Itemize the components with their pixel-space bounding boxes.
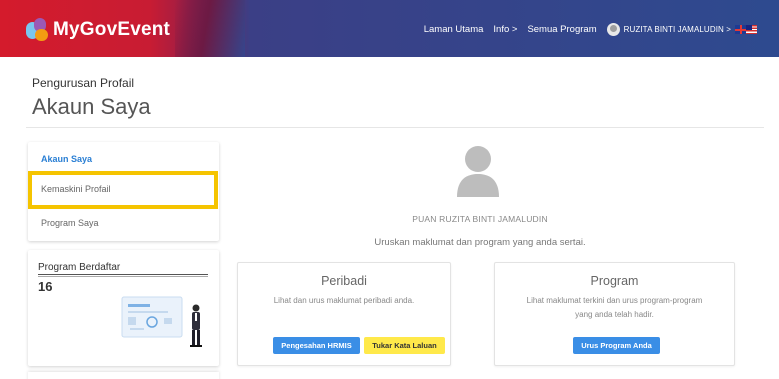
- personal-panel-title: Peribadi: [321, 274, 367, 288]
- sidebar-item-akaun-saya[interactable]: Akaun Saya: [41, 154, 92, 164]
- card-rule-secondary: [38, 276, 208, 277]
- presentation-illustration: [121, 296, 202, 347]
- registered-programs-count: 16: [38, 279, 53, 294]
- registered-programs-card: Program Berdaftar 16: [28, 250, 219, 366]
- user-avatar-icon[interactable]: [606, 23, 620, 36]
- main-nav: Laman Utama Info > Semua Program RUZITA …: [414, 23, 757, 36]
- language-flag-icon[interactable]: [735, 25, 757, 34]
- top-navbar: MyGovEvent Laman Utama Info > Semua Prog…: [0, 0, 779, 57]
- nav-programs-link[interactable]: Semua Program: [527, 24, 596, 35]
- change-password-button[interactable]: Tukar Kata Laluan: [364, 337, 445, 354]
- profile-name: PUAN RUZITA BINTI JAMALUDIN: [412, 214, 548, 224]
- personal-panel: Peribadi Lihat dan urus maklumat peribad…: [237, 262, 451, 366]
- brand-logo[interactable]: MyGovEvent: [26, 18, 170, 42]
- program-panel-title: Program: [590, 274, 639, 288]
- profile-avatar-icon: [457, 146, 499, 197]
- profile-description: Uruskan maklumat dan program yang anda s…: [374, 237, 586, 248]
- nav-info-menu[interactable]: Info >: [493, 24, 517, 35]
- sidebar-item-program-saya[interactable]: Program Saya: [41, 218, 99, 228]
- page-title: Akaun Saya: [32, 94, 151, 119]
- program-panel: Program Lihat maklumat terkini dan urus …: [494, 262, 735, 366]
- next-card-edge: [28, 372, 219, 379]
- logo-icon: [26, 18, 50, 42]
- brand-name: MyGovEvent: [53, 19, 171, 40]
- user-menu[interactable]: RUZITA BINTI JAMALUDIN >: [624, 25, 731, 34]
- manage-programs-button[interactable]: Urus Program Anda: [573, 337, 660, 354]
- registered-programs-title: Program Berdaftar: [38, 262, 121, 273]
- program-panel-description: Lihat maklumat terkini dan urus program-…: [526, 296, 703, 319]
- navbar-decoration: [175, 0, 245, 57]
- section-title: Pengurusan Profail: [32, 76, 135, 90]
- highlight-box: [28, 171, 218, 209]
- personal-panel-description: Lihat dan urus maklumat peribadi anda.: [273, 296, 415, 305]
- nav-home-link[interactable]: Laman Utama: [424, 24, 484, 35]
- card-rule: [38, 274, 208, 275]
- header-divider: [26, 127, 764, 128]
- hrmis-verification-button[interactable]: Pengesahan HRMIS: [273, 337, 360, 354]
